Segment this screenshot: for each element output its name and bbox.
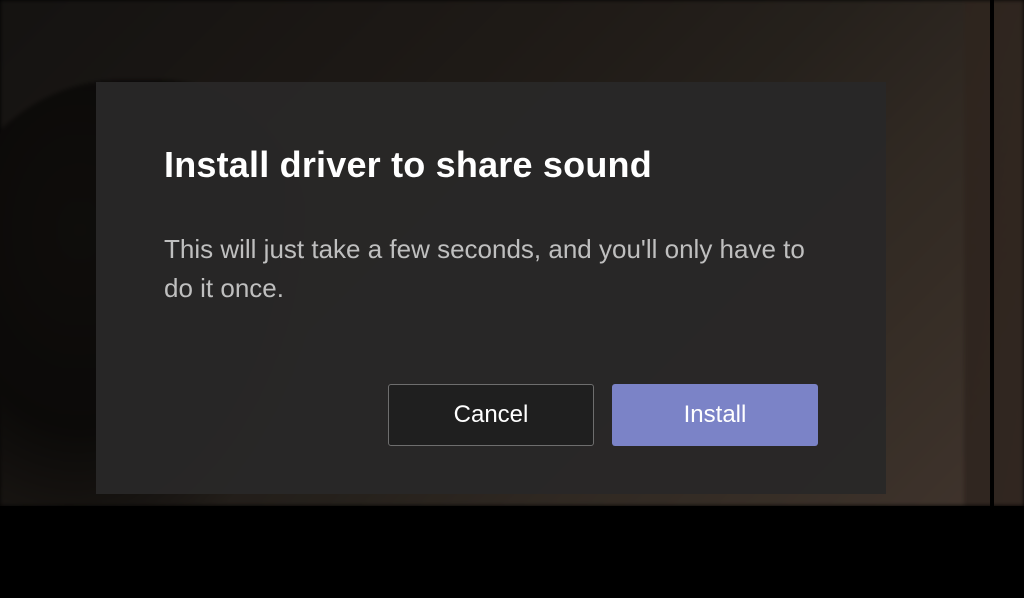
dialog-title: Install driver to share sound <box>164 144 818 186</box>
install-driver-dialog: Install driver to share sound This will … <box>96 82 886 494</box>
meeting-control-bar <box>0 506 1024 598</box>
dialog-body: This will just take a few seconds, and y… <box>164 230 818 384</box>
cancel-button[interactable]: Cancel <box>388 384 594 446</box>
video-tile-divider <box>990 0 994 506</box>
dialog-actions: Cancel Install <box>164 384 818 446</box>
install-button[interactable]: Install <box>612 384 818 446</box>
